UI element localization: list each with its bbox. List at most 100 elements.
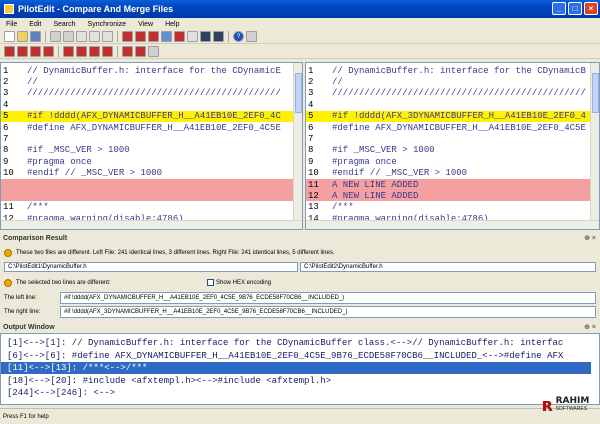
options-icon[interactable] <box>246 31 257 42</box>
line-number: 13 <box>308 202 319 213</box>
copy-icon[interactable] <box>89 31 100 42</box>
code-line[interactable] <box>1 190 302 202</box>
help-icon[interactable]: ? <box>233 31 244 42</box>
line-number: 8 <box>308 145 314 156</box>
code-line[interactable]: 9 #pragma once <box>306 156 599 167</box>
code-line[interactable]: 13 /*** <box>306 202 599 213</box>
code-line[interactable] <box>1 179 302 190</box>
line-text: // DynamicBuffer.h: interface for the CD… <box>332 65 586 76</box>
find-icon[interactable] <box>161 31 172 42</box>
right-file-pane[interactable]: 14 #pragma warning(disable:4786) 13/*** 12 A… <box>305 62 600 230</box>
menu-search[interactable]: Search <box>53 21 75 28</box>
code-line[interactable]: 4 <box>1 99 302 110</box>
menu-help[interactable]: Help <box>165 21 179 28</box>
code-line[interactable]: 7 <box>306 133 599 144</box>
code-line[interactable]: 9 #pragma once <box>1 156 302 167</box>
menu-synchronize[interactable]: Synchronize <box>88 21 127 28</box>
view-left-icon[interactable] <box>200 31 211 42</box>
code-line[interactable]: 12 A NEW LINE ADDED <box>306 190 599 202</box>
right-horizontal-scrollbar[interactable] <box>306 220 599 229</box>
recompare-icon[interactable] <box>122 46 133 57</box>
line-number: 11 <box>308 179 319 190</box>
code-line[interactable]: 2 // <box>1 76 302 87</box>
dropdown-icon[interactable] <box>148 46 159 57</box>
line-text: ////////////////////////////////////////… <box>27 88 281 99</box>
redo-icon[interactable] <box>63 31 74 42</box>
minimize-button[interactable]: _ <box>552 2 566 15</box>
output-row[interactable]: [18]<-->[20]: #include <afxtempl.h><-->#… <box>1 375 591 387</box>
code-line[interactable]: 7 <box>1 133 302 144</box>
right-path-field[interactable]: C:\PilotEdit2\DynamicBuffer.h <box>300 262 596 272</box>
code-line[interactable]: 10 #endif // _MSC_VER > 1000 <box>1 168 302 179</box>
line-text: #endif // _MSC_VER > 1000 <box>27 168 163 179</box>
code-line[interactable]: 6 #define AFX_DYNAMICBUFFER_H__A41EB10E_2… <box>1 122 302 133</box>
code-line[interactable]: 3 ///////////////////////////////////////… <box>306 88 599 99</box>
code-line[interactable]: 10 #endif // _MSC_VER > 1000 <box>306 168 599 179</box>
hex-icon[interactable] <box>187 31 198 42</box>
line-number: 6 <box>308 122 314 133</box>
code-line[interactable]: 3 ///////////////////////////////////////… <box>1 88 302 99</box>
code-line[interactable]: 5 #if !dddd(AFX_3DYNAMICBUFFER_H__A41EB10… <box>306 110 599 122</box>
code-line[interactable]: 2 // <box>306 76 599 87</box>
paste-icon[interactable] <box>102 31 113 42</box>
pin-close-icon[interactable]: ⊕ × <box>584 234 596 242</box>
app-icon <box>4 4 14 14</box>
code-line[interactable]: 11 /*** <box>1 202 302 213</box>
next-diff-icon[interactable] <box>174 31 185 42</box>
right-vertical-scrollbar[interactable] <box>590 63 599 229</box>
copy-to-left-icon[interactable] <box>76 46 87 57</box>
view-right-icon[interactable] <box>213 31 224 42</box>
menu-file[interactable]: File <box>6 21 17 28</box>
code-line[interactable]: 8 #if _MSC_VER > 1000 <box>1 145 302 156</box>
scroll-thumb[interactable] <box>295 73 302 113</box>
left-vertical-scrollbar[interactable] <box>293 63 302 229</box>
merge-left-icon[interactable] <box>135 31 146 42</box>
compare-icon[interactable] <box>122 31 133 42</box>
line-text: A NEW LINE ADDED <box>332 190 419 201</box>
checkbox-box[interactable] <box>207 279 214 286</box>
copy-all-left-icon[interactable] <box>102 46 113 57</box>
next-diff-icon[interactable] <box>30 46 41 57</box>
copy-all-right-icon[interactable] <box>89 46 100 57</box>
merge-right-icon[interactable] <box>148 31 159 42</box>
first-diff-icon[interactable] <box>4 46 15 57</box>
open-folder-icon[interactable] <box>17 31 28 42</box>
output-row[interactable]: [244]<-->[246]: <--> <box>1 387 591 399</box>
code-line[interactable]: 1 // DynamicBuffer.h: interface for the C… <box>1 65 302 76</box>
warning-icon <box>4 279 12 287</box>
code-line[interactable]: 5 #if !dddd(AFX_DYNAMICBUFFER_H__A41EB10E… <box>1 110 302 122</box>
new-file-icon[interactable] <box>4 31 15 42</box>
output-row[interactable]: [11]<-->[13]: /***<-->/*** <box>1 362 591 374</box>
code-line[interactable]: 1 // DynamicBuffer.h: interface for the C… <box>306 65 599 76</box>
code-line[interactable]: 4 <box>306 99 599 110</box>
undo-icon[interactable] <box>50 31 61 42</box>
left-path-field[interactable]: C:\PilotEdit1\DynamicBuffer.h <box>4 262 298 272</box>
close-button[interactable]: × <box>584 2 598 15</box>
right-line-value[interactable]: #if !dddd(AFX_3DYNAMICBUFFER_H__A41EB10E… <box>60 306 596 318</box>
output-window[interactable]: [1]<-->[1]: // DynamicBuffer.h: interfac… <box>0 333 600 405</box>
left-file-pane[interactable]: 12 #pragma warning(disable:4786) 11/*** 10 #… <box>0 62 303 230</box>
code-line[interactable]: 6 #define AFX_DYNAMICBUFFER_H__A41EB10E_2… <box>306 122 599 133</box>
menu-edit[interactable]: Edit <box>29 21 41 28</box>
hex-encoding-checkbox[interactable]: Show HEX encoding <box>207 279 271 286</box>
compare-toolbar <box>0 45 600 59</box>
status-bar: Press F1 for help <box>0 408 600 424</box>
save-icon[interactable] <box>30 31 41 42</box>
prev-diff-icon[interactable] <box>17 46 28 57</box>
output-row[interactable]: [1]<-->[1]: // DynamicBuffer.h: interfac… <box>1 337 591 349</box>
line-text: #if _MSC_VER > 1000 <box>332 145 435 156</box>
sync-icon[interactable] <box>135 46 146 57</box>
maximize-button[interactable]: □ <box>568 2 582 15</box>
output-row[interactable]: [6]<-->[6]: #define AFX_DYNAMICBUFFER_H_… <box>1 350 591 362</box>
last-diff-icon[interactable] <box>43 46 54 57</box>
left-horizontal-scrollbar[interactable] <box>1 220 302 229</box>
left-line-value[interactable]: #if !dddd(AFX_DYNAMICBUFFER_H__A41EB10E_… <box>60 292 596 304</box>
cut-icon[interactable] <box>76 31 87 42</box>
code-line[interactable]: 11 A NEW LINE ADDED <box>306 179 599 190</box>
pin-close-icon[interactable]: ⊕ × <box>584 323 596 331</box>
line-text: #pragma once <box>332 156 397 167</box>
menu-view[interactable]: View <box>138 21 153 28</box>
scroll-thumb[interactable] <box>592 73 599 113</box>
copy-to-right-icon[interactable] <box>63 46 74 57</box>
code-line[interactable]: 8 #if _MSC_VER > 1000 <box>306 145 599 156</box>
